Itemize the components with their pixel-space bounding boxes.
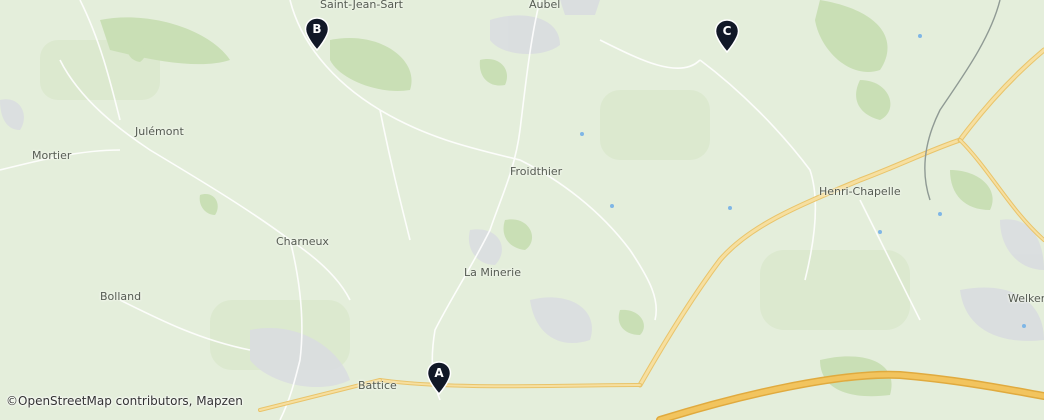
railway [924, 0, 1001, 201]
place-label-mortier: Mortier [32, 149, 72, 162]
map-canvas[interactable]: Saint-Jean-Sart Aubel Julémont Mortier F… [0, 0, 1044, 420]
place-label-henri-chapelle: Henri-Chapelle [819, 185, 901, 198]
marker-label: B [312, 22, 322, 36]
map-base-layer [0, 0, 1044, 420]
map-marker-c[interactable]: C [714, 19, 740, 53]
copyright-icon: © [6, 394, 18, 408]
place-label-la-minerie: La Minerie [464, 266, 521, 279]
place-label-battice: Battice [358, 379, 397, 392]
map-marker-b[interactable]: B [304, 17, 330, 51]
marker-label: C [722, 24, 732, 38]
place-label-welkenraedt: Welkenr [1008, 292, 1044, 305]
place-label-bolland: Bolland [100, 290, 142, 303]
place-label-charneux: Charneux [276, 235, 329, 248]
map-marker-a[interactable]: A [426, 361, 452, 395]
place-label-froidthier: Froidthier [510, 165, 563, 178]
field-patches [40, 40, 910, 370]
place-label-aubel: Aubel [529, 0, 561, 11]
marker-label: A [434, 366, 444, 380]
mapzen-link[interactable]: Mapzen [196, 394, 243, 408]
place-label-saint-jean-sart: Saint-Jean-Sart [320, 0, 403, 11]
openstreetmap-link[interactable]: OpenStreetMap contributors [18, 394, 189, 408]
map-attribution: ©OpenStreetMap contributors, Mapzen [6, 394, 243, 408]
place-label-julemont: Julémont [135, 125, 184, 138]
